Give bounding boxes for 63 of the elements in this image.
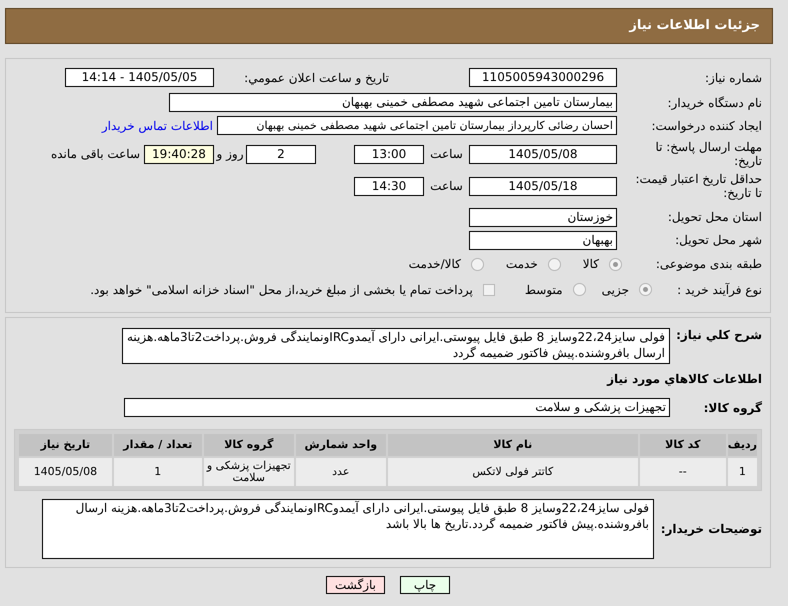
- creator-field: احسان رضائی کارپرداز بیمارستان تامین اجتماعی شهید مصطفی خمینی بهبهان: [217, 116, 617, 135]
- column-header: نام کالا: [388, 434, 638, 456]
- radio-button[interactable]: [609, 258, 622, 270]
- table-cell: تجهیزات پزشکی و سلامت: [204, 458, 294, 486]
- field-label: شماره نیاز:: [704, 70, 762, 84]
- table-cell: --: [640, 458, 726, 486]
- field-label: شرح کلي نياز:: [675, 328, 762, 342]
- buyer-notes-field: فولی سایز22،24وسایز 8 طبق فایل پیوستی.ایرانی دارای آیمدوIRCونمایندگی فروش.پرداخت2تا3ماهه.هزینه ارسال بافروشنده.پیش فاکتور ضمیمه گردد.تاریخ ها بالا باشد: [42, 499, 654, 559]
- field-label: نام دستگاه خریدار:: [666, 96, 762, 110]
- field-label: خدمت: [506, 256, 538, 273]
- column-header: تاريخ نياز: [19, 434, 112, 456]
- field-label: طبقه بندی موضوعی:: [654, 257, 762, 271]
- validity-time-field: 14:30: [354, 176, 424, 196]
- print-button[interactable]: چاپ: [400, 576, 450, 594]
- validity-date-field: 1405/05/18: [469, 176, 617, 196]
- field-label: شهر محل تحویل:: [674, 233, 762, 247]
- remaining-time-field: 19:40:28: [144, 144, 214, 164]
- radio-button[interactable]: [470, 258, 484, 270]
- province-field: خوزستان: [469, 208, 617, 226]
- field-label: ساعت: [429, 178, 464, 195]
- field-label: ایجاد کننده درخواست:: [650, 118, 762, 132]
- field-label: گروه کالا:: [702, 400, 762, 414]
- field-label: ساعت: [429, 146, 464, 163]
- field-label: مهلت ارسال پاسخ: تا تاریخ:: [654, 140, 762, 168]
- field-label: توضیحات خریدار:: [660, 522, 762, 536]
- radio-button[interactable]: [639, 283, 652, 296]
- table-cell: 1: [728, 458, 757, 486]
- field-label: نوع فرآیند خرید :: [676, 282, 762, 296]
- column-header: تعداد / مقدار: [114, 434, 202, 456]
- table-cell: 1405/05/08: [19, 458, 112, 486]
- city-field: بهبهان: [469, 230, 617, 250]
- need-number-field: 1105005943000296: [469, 68, 617, 87]
- field-label: روز و: [215, 146, 244, 163]
- column-header: کد کالا: [640, 434, 726, 456]
- buyer-contact-link[interactable]: اطلاعات تماس خریدار: [102, 116, 213, 134]
- section-heading: اطلاعات کالاهاي مورد نياز: [606, 371, 762, 388]
- back-button[interactable]: بازگشت: [326, 576, 385, 594]
- field-label: جزیی: [602, 282, 629, 298]
- field-label: ساعت باقی مانده: [50, 146, 140, 163]
- deadline-time-field: 13:00: [354, 144, 424, 164]
- page-title: جزئیات اطلاعات نیاز: [629, 17, 760, 36]
- column-header: رديف: [728, 434, 757, 456]
- buyer-org-field: بیمارستان تامین اجتماعی شهید مصطفی خمینی بهبهان: [169, 93, 617, 112]
- field-label: پرداخت تمام یا بخشی از مبلغ خرید،از محل "اسناد خزانه اسلامی" خواهد بود.: [90, 282, 473, 298]
- column-header: گروه کالا: [204, 434, 294, 456]
- table-cell: عدد: [296, 458, 386, 486]
- announce-date-field: 1405/05/05 - 14:14: [65, 68, 214, 87]
- field-label: استان محل تحویل:: [666, 210, 762, 224]
- field-label: کالا: [582, 256, 599, 273]
- deadline-date-field: 1405/05/08: [469, 144, 617, 164]
- checkbox[interactable]: [482, 284, 495, 296]
- radio-button[interactable]: [548, 258, 561, 270]
- field-label: متوسط: [524, 282, 563, 298]
- table-cell: کاتتر فولی لاتکس: [388, 458, 638, 486]
- field-label: کالا/خدمت: [408, 256, 461, 273]
- field-label: حداقل تاریخ اعتبار قیمت: تا تاریخ:: [634, 172, 762, 200]
- field-label: تاريخ و ساعت اعلان عمومي:: [243, 70, 389, 84]
- table-cell: 1: [114, 458, 202, 486]
- column-header: واحد شمارش: [296, 434, 386, 456]
- description-field: فولی سایز22،24وسایز 8 طبق فایل پیوستی.ایرانی دارای آیمدوIRCونمایندگی فروش.پرداخت2تا3ماهه.هزینه ارسال بافروشنده.پیش فاکتور ضمیمه گردد: [122, 328, 670, 364]
- radio-button[interactable]: [572, 283, 586, 296]
- goods-group-field: تجهیزات پزشکی و سلامت: [124, 398, 670, 417]
- days-field: 2: [246, 144, 316, 164]
